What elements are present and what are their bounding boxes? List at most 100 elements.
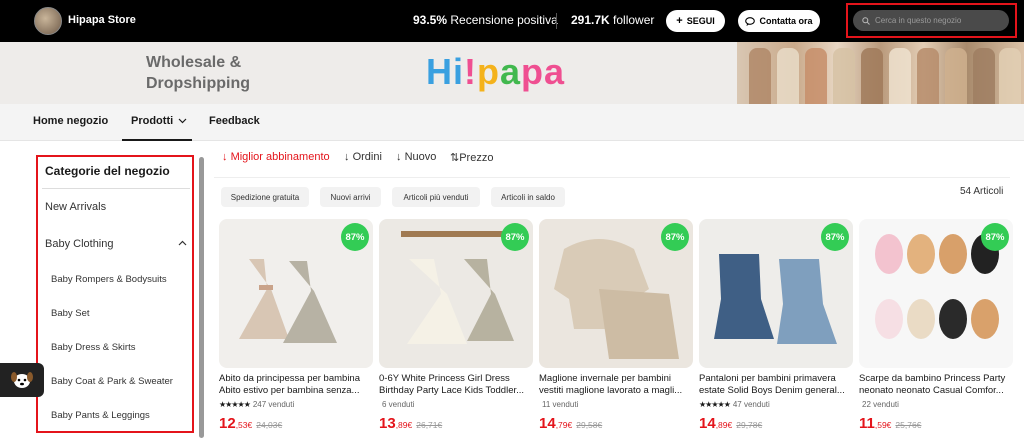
stat-divider: [556, 13, 557, 29]
rating-stat: 93.5% Recensione positiva: [413, 13, 558, 27]
tab-feedback[interactable]: Feedback: [209, 115, 260, 127]
price-decimal: ,53€: [235, 420, 253, 430]
sold-count: 22 venduti: [862, 399, 899, 409]
logo-part: p: [477, 51, 500, 92]
original-price: 29,78€: [736, 420, 763, 430]
filter-new-arrivals[interactable]: Nuovi arrivi: [320, 187, 381, 207]
product-image[interactable]: 87%: [219, 219, 373, 368]
sold-count: 11 venduti: [542, 399, 579, 409]
price-decimal: ,89€: [395, 420, 413, 430]
price-integer: 12: [219, 415, 236, 432]
rating-label: Recensione positiva: [450, 13, 558, 27]
follow-button[interactable]: + SEGUI: [666, 10, 725, 32]
sold-count: 6 venduti: [382, 399, 415, 409]
brand-logo: Hi!papa: [426, 50, 565, 94]
product-card[interactable]: 87% Pantaloni per bambini primavera esta…: [699, 219, 853, 432]
tab-products-label: Prodotti: [131, 115, 174, 127]
product-image[interactable]: 87%: [539, 219, 693, 368]
category-sidebar: Categorie del negozio New Arrivals Baby …: [36, 155, 194, 433]
subcategory-rompers[interactable]: Baby Rompers & Bodysuits: [51, 274, 167, 285]
sold-count: 247 venduti: [252, 399, 295, 409]
chat-icon: [745, 16, 756, 26]
discount-badge: 87%: [661, 223, 689, 251]
product-price: 14,79€ 29,58€: [539, 415, 693, 432]
price-integer: 11: [859, 415, 875, 432]
logo-part: a: [500, 51, 522, 92]
filter-best-sellers[interactable]: Articoli più venduti: [392, 187, 480, 207]
original-price: 24,03€: [256, 420, 283, 430]
product-price: 14,89€ 29,78€: [699, 415, 853, 432]
result-count: 54 Articoli: [960, 186, 1004, 197]
product-meta: 22 venduti: [859, 399, 1013, 409]
search-icon: [862, 16, 870, 25]
followers-value: 291.7K: [571, 13, 610, 27]
original-price: 25,76€: [895, 420, 922, 430]
price-decimal: ,79€: [555, 420, 573, 430]
product-title[interactable]: Abito da principessa per bambina Abito e…: [219, 373, 373, 397]
sort-orders-label: Ordini: [352, 151, 382, 163]
category-title: Categorie del negozio: [45, 164, 170, 178]
banner-line-2: Dropshipping: [146, 75, 250, 92]
sidebar-scrollbar[interactable]: [199, 157, 204, 438]
subcategory-dress[interactable]: Baby Dress & Skirts: [51, 342, 135, 353]
original-price: 26,71€: [416, 420, 443, 430]
followers-stat: 291.7K follower: [571, 13, 654, 27]
product-price: 13,89€ 26,71€: [379, 415, 533, 432]
sort-price-label: Prezzo: [459, 152, 494, 164]
filter-on-sale[interactable]: Articoli in saldo: [491, 187, 565, 207]
sort-new-label: Nuovo: [404, 151, 437, 163]
store-banner: Wholesale & Dropshipping Hi!papa: [0, 42, 1024, 104]
product-card[interactable]: 87% Maglione invernale per bambini vesti…: [539, 219, 693, 432]
search-box[interactable]: [853, 10, 1009, 31]
product-image[interactable]: 87%: [379, 219, 533, 368]
product-meta: ★★★★★ 47 venduti: [699, 399, 853, 409]
product-title[interactable]: Scarpe da bambino Princess Party neonato…: [859, 373, 1013, 397]
subcategory-pants[interactable]: Baby Pants & Leggings: [51, 410, 150, 421]
sort-new[interactable]: ↓ Nuovo: [396, 151, 436, 163]
followers-label: follower: [613, 13, 655, 27]
banner-clothes-image: [737, 42, 1024, 104]
subcategory-coat[interactable]: Baby Coat & Park & Sweater: [51, 376, 173, 387]
banner-tagline: Wholesale & Dropshipping: [146, 52, 250, 94]
sort-divider: [214, 177, 1010, 178]
chevron-down-icon: [178, 118, 187, 124]
product-title[interactable]: 0-6Y White Princess Girl Dress Birthday …: [379, 373, 533, 397]
subcategory-set[interactable]: Baby Set: [51, 308, 90, 319]
store-name[interactable]: Hipapa Store: [68, 14, 136, 26]
store-avatar[interactable]: [34, 7, 62, 35]
original-price: 29,58€: [576, 420, 603, 430]
sort-best-label: Miglior abbinamento: [230, 151, 330, 163]
contact-button[interactable]: Contatta ora: [738, 10, 820, 32]
assistant-float-button[interactable]: [0, 363, 44, 397]
rating-stars: ★★★★★: [699, 399, 731, 409]
logo-part: Hi: [426, 51, 464, 92]
store-nav: Home negozio Prodotti Feedback: [0, 104, 1024, 141]
contact-label: Contatta ora: [759, 16, 813, 26]
tab-products[interactable]: Prodotti: [131, 115, 187, 127]
filter-free-shipping[interactable]: Spedizione gratuita: [221, 187, 309, 207]
sort-price[interactable]: ⇅Prezzo: [450, 151, 493, 164]
store-header: Hipapa Store 93.5% Recensione positiva 2…: [0, 0, 1024, 42]
logo-part: pa: [521, 51, 566, 92]
discount-badge: 87%: [501, 223, 529, 251]
product-image[interactable]: 87%: [859, 219, 1013, 368]
product-card[interactable]: 87% 0-6Y White Princess Girl Dress Birth…: [379, 219, 533, 432]
search-input[interactable]: [875, 16, 1005, 25]
discount-badge: 87%: [981, 223, 1009, 251]
product-image[interactable]: 87%: [699, 219, 853, 368]
product-meta: 6 venduti: [379, 399, 533, 409]
category-baby-clothing[interactable]: Baby Clothing: [45, 238, 114, 250]
product-meta: ★★★★★ 247 venduti: [219, 399, 373, 409]
tab-home[interactable]: Home negozio: [33, 115, 108, 127]
sort-best-match[interactable]: ↓ Miglior abbinamento: [222, 151, 330, 163]
category-new-arrivals[interactable]: New Arrivals: [45, 201, 106, 213]
product-card[interactable]: 87% Scarpe da bambino Princess Party neo…: [859, 219, 1013, 432]
product-card[interactable]: 87% Abito da principessa per bambina Abi…: [219, 219, 373, 432]
discount-badge: 87%: [341, 223, 369, 251]
product-title[interactable]: Pantaloni per bambini primavera estate S…: [699, 373, 853, 397]
sort-orders[interactable]: ↓ Ordini: [344, 151, 382, 163]
price-decimal: ,59€: [874, 420, 892, 430]
chevron-up-icon[interactable]: [178, 240, 187, 246]
product-title[interactable]: Maglione invernale per bambini vestiti m…: [539, 373, 693, 397]
rating-value: 93.5%: [413, 13, 448, 27]
